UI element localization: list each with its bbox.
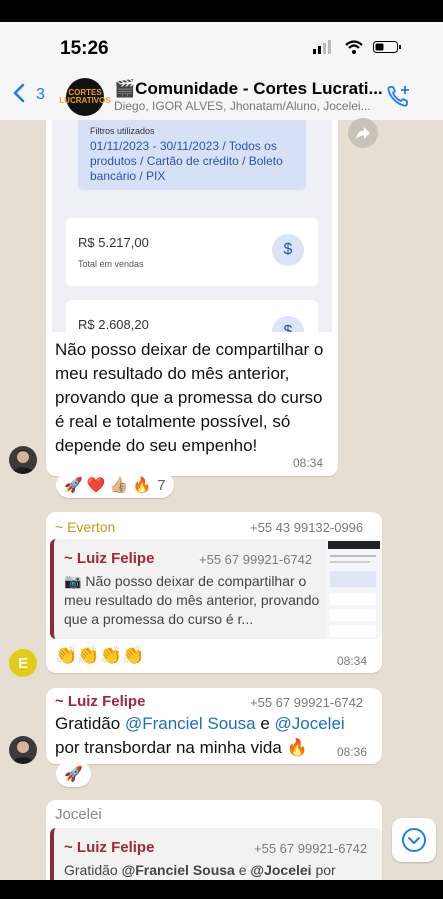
mention-link[interactable]: @Franciel Sousa [125, 714, 256, 733]
reactions-bar[interactable]: 🚀 ❤️ 👍🏼 🔥 7 [56, 472, 174, 498]
quoted-sender: ~ Luiz Felipe [64, 839, 155, 856]
quoted-mention: @Jocelei [250, 862, 312, 878]
sales-total-value: R$ 5.217,00 [78, 235, 149, 250]
message-text: Gratidão @Franciel Sousa e @Jocelei por t… [55, 712, 355, 760]
scroll-to-bottom-button[interactable] [392, 818, 436, 862]
sender-phone: +55 67 99921-6742 [250, 695, 364, 710]
message-text: Não posso deixar de compartilhar o meu r… [55, 340, 324, 455]
dollar-icon: $ [272, 234, 304, 266]
sender-phone: +55 43 99132-0996 [250, 520, 364, 535]
message-text-part: Gratidão [55, 714, 125, 733]
quoted-text-part: Gratidão [64, 862, 122, 878]
sender-name[interactable]: ~ Luiz Felipe [55, 693, 145, 710]
camera-icon: 📷 [64, 573, 82, 589]
message-text: 👏👏👏👏 [55, 645, 145, 665]
unread-count[interactable]: 3 [36, 86, 45, 104]
message-time: 08:34 [293, 456, 324, 470]
quoted-text-part: e [234, 862, 251, 878]
message-text-part: por transbordar na minha vida 🔥 [55, 738, 308, 757]
sender-name[interactable]: Jocelei [55, 806, 102, 823]
quoted-text: 📷 Não posso deixar de compartilhar o meu… [64, 572, 326, 629]
back-button[interactable] [12, 82, 26, 110]
sender-avatar[interactable]: E [9, 649, 37, 677]
filters-label: Filtros utilizados [90, 126, 155, 136]
quoted-text: Gratidão @Franciel Sousa e @Jocelei por [64, 862, 336, 878]
bottom-black-bar [0, 880, 443, 899]
message-time: 08:34 [337, 654, 368, 668]
quoted-phone: +55 67 99921-6742 [199, 552, 313, 567]
group-members[interactable]: Diego, IGOR ALVES, Jhonatam/Aluno, Jocel… [114, 99, 371, 113]
sender-avatar[interactable] [9, 446, 37, 474]
sender-avatar[interactable] [9, 736, 37, 764]
reactions-bar[interactable]: 🚀 [56, 761, 91, 787]
add-call-button[interactable] [386, 84, 412, 115]
person-avatar-icon [12, 450, 34, 474]
commission-value: R$ 2.608,20 [78, 317, 149, 332]
quoted-text-body: Não posso deixar de compartilhar o meu r… [64, 573, 320, 627]
quoted-message[interactable]: ~ Luiz Felipe +55 67 99921-6742 📷 Não po… [50, 539, 382, 639]
top-black-bar [0, 0, 443, 22]
message-time: 08:36 [337, 745, 368, 759]
quoted-sender: ~ Luiz Felipe [64, 550, 155, 567]
quoted-phone: +55 67 99921-6742 [254, 841, 368, 856]
group-title[interactable]: 🎬Comunidade - Cortes Lucrati... [114, 79, 383, 99]
status-icons [313, 40, 401, 54]
quoted-text-part: por [311, 862, 336, 878]
phone-plus-icon [387, 86, 409, 107]
wifi-icon [345, 40, 363, 54]
reaction-emojis: 🚀 ❤️ 👍🏼 🔥 [64, 477, 152, 494]
sender-name[interactable]: ~ Everton [55, 519, 115, 535]
forward-icon [356, 127, 370, 140]
chevron-down-circle-icon [402, 828, 426, 852]
reaction-count: 7 [157, 476, 166, 494]
filters-value: 01/11/2023 - 30/11/2023 / Todos os produ… [90, 139, 283, 183]
signal-icon [313, 40, 331, 54]
status-time: 15:26 [60, 38, 109, 59]
sales-total-label: Total em vendas [78, 259, 144, 269]
group-avatar[interactable]: CORTES LUCRATIVOS [59, 78, 111, 116]
quoted-thumbnail [326, 539, 382, 639]
shared-image[interactable]: Filtros utilizados 01/11/2023 - 30/11/20… [52, 120, 332, 332]
message-text-part: e [255, 714, 275, 733]
quoted-message[interactable]: ~ Luiz Felipe +55 67 99921-6742 Gratidão… [50, 828, 382, 888]
reaction-emojis: 🚀 [64, 766, 83, 783]
person-avatar-icon [12, 740, 34, 764]
forward-button[interactable] [348, 118, 378, 148]
chevron-left-icon [13, 83, 25, 103]
mention-link[interactable]: @Jocelei [275, 714, 345, 733]
quoted-mention: @Franciel Sousa [121, 862, 235, 878]
group-logo-text: CORTES LUCRATIVOS [59, 88, 111, 105]
battery-icon [373, 41, 401, 53]
